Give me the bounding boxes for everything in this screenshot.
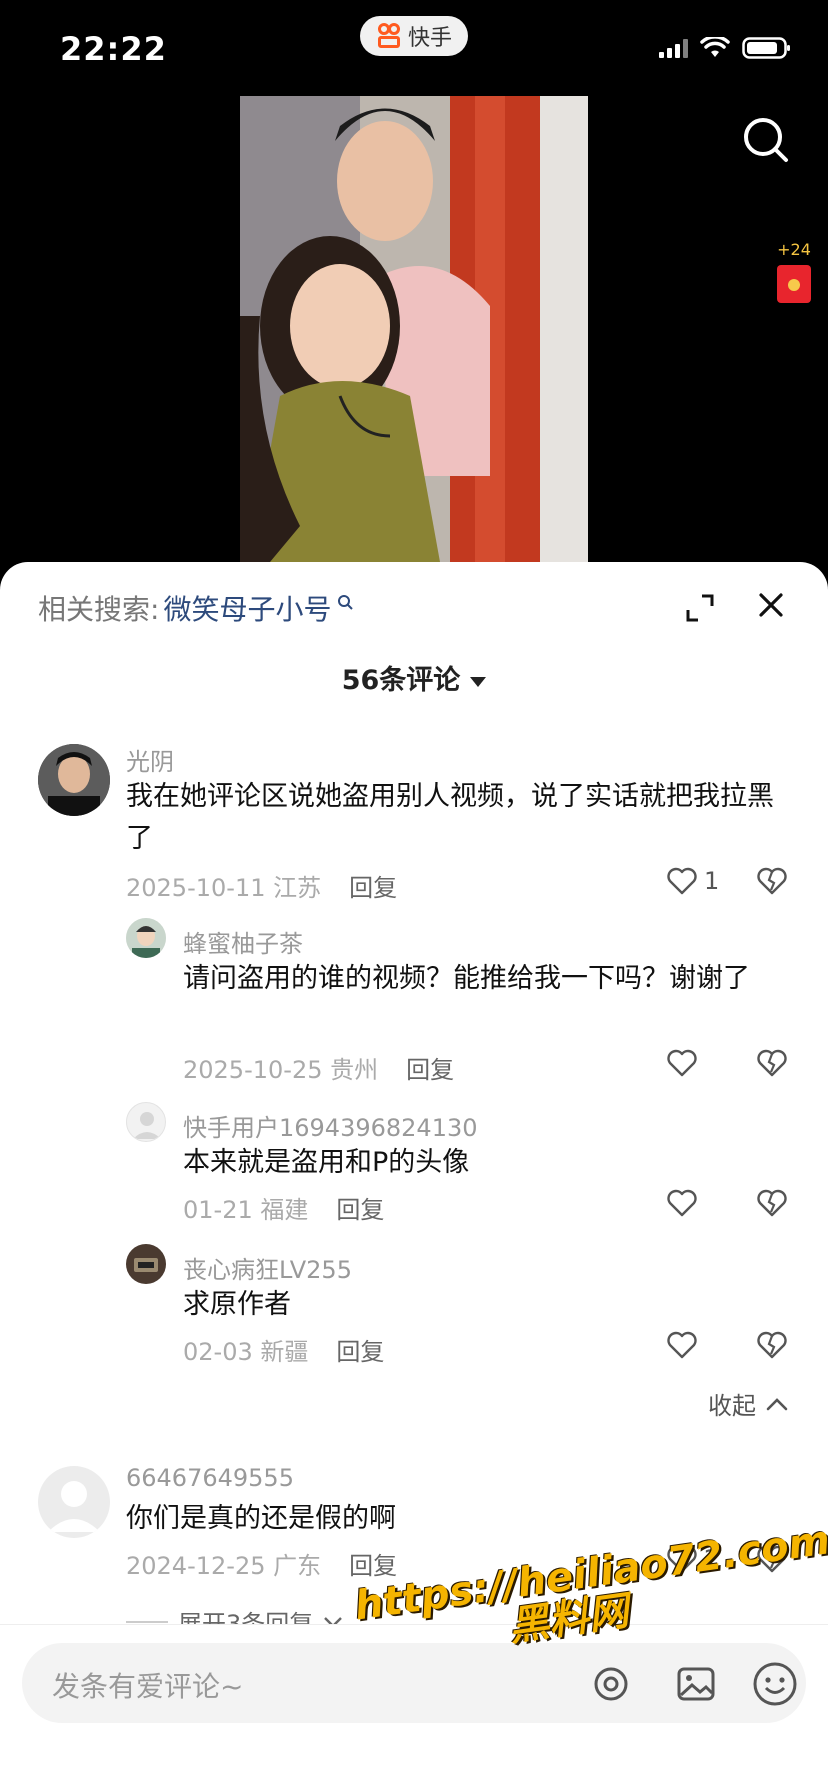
comment-count: 56条评论 <box>341 665 461 696</box>
collapse-label: 收起 <box>708 1392 756 1420</box>
broken-heart-icon[interactable] <box>756 1048 788 1078</box>
comment-info: 2025-10-25 贵州 回复 <box>183 1050 454 1085</box>
avatar[interactable] <box>38 1466 110 1538</box>
image-icon[interactable] <box>676 1665 716 1703</box>
avatar[interactable] <box>126 1102 166 1142</box>
reply-button[interactable]: 回复 <box>406 1056 454 1084</box>
comment-date-location: 2024-12-25 广东 <box>126 1552 322 1580</box>
comment-date-location: 01-21 福建 <box>183 1196 309 1224</box>
collapse-replies-button[interactable]: 收起 <box>708 1386 788 1421</box>
comment-info: 2024-12-25 广东 回复 <box>126 1546 397 1581</box>
comment-date-location: 2025-10-11 江苏 <box>126 874 322 902</box>
related-search[interactable]: 相关搜索: 微笑母子小号 <box>38 588 354 628</box>
battery-icon <box>742 37 790 59</box>
wifi-icon <box>700 37 730 57</box>
comment-info: 2025-10-11 江苏 回复 <box>126 868 397 903</box>
reply-button[interactable]: 回复 <box>336 1338 384 1366</box>
status-icons <box>659 36 792 60</box>
related-search-keyword[interactable]: 微笑母子小号 <box>163 588 331 628</box>
heart-icon <box>667 867 697 895</box>
close-icon[interactable] <box>756 590 786 620</box>
fullscreen-icon[interactable] <box>684 592 716 624</box>
like-button[interactable] <box>666 1188 704 1218</box>
chevron-up-icon <box>766 1397 788 1410</box>
divider-line <box>126 1620 168 1623</box>
comment-text: 我在她评论区说她盗用别人视频，说了实话就把我拉黑了 <box>126 781 774 854</box>
signal-icon <box>659 38 688 58</box>
app-name: 快手 <box>407 26 452 51</box>
comment-text: 请问盗用的谁的视频？能推给我一下吗？谢谢了 <box>183 963 750 994</box>
heart-icon <box>667 1049 697 1077</box>
comment-info: 02-03 新疆 回复 <box>183 1332 384 1367</box>
like-button[interactable] <box>666 1330 704 1360</box>
red-envelope-reward[interactable]: +24 <box>774 240 814 303</box>
kuaishou-logo-icon <box>376 23 402 49</box>
broken-heart-icon[interactable] <box>756 866 788 896</box>
avatar[interactable] <box>126 1244 166 1284</box>
reply-button[interactable]: 回复 <box>336 1196 384 1224</box>
reply-button[interactable]: 回复 <box>349 1552 397 1580</box>
comment-username[interactable]: 66467649555 <box>126 1464 294 1492</box>
comment-text: 求原作者 <box>183 1289 291 1320</box>
comment-text: 你们是真的还是假的啊 <box>126 1503 396 1534</box>
broken-heart-icon[interactable] <box>756 1330 788 1360</box>
app-indicator-pill[interactable]: 快手 <box>360 16 468 56</box>
video-player[interactable] <box>240 96 588 562</box>
search-small-icon <box>338 595 354 610</box>
comment-input-placeholder: 发条有爱评论~ <box>52 1670 244 1703</box>
comment-username[interactable]: 蜂蜜柚子茶 <box>183 924 303 959</box>
avatar[interactable] <box>38 744 110 816</box>
comment-text: 本来就是盗用和P的头像 <box>183 1147 470 1178</box>
comment-info: 01-21 福建 回复 <box>183 1190 384 1225</box>
comment-username[interactable]: 光阴 <box>126 742 174 777</box>
comment-username[interactable]: 快手用户1694396824130 <box>183 1108 478 1143</box>
heart-icon <box>667 1189 697 1217</box>
reward-count: +24 <box>777 240 811 259</box>
related-search-label: 相关搜索: <box>38 593 160 626</box>
heart-icon <box>667 1331 697 1359</box>
comment-date-location: 02-03 新疆 <box>183 1338 309 1366</box>
comment-username[interactable]: 丧心病狂LV255 <box>183 1250 352 1285</box>
reply-button[interactable]: 回复 <box>349 874 397 902</box>
caret-down-icon <box>470 676 487 687</box>
status-time: 22:22 <box>60 30 167 68</box>
comment-count-dropdown[interactable]: 56条评论 <box>0 658 828 697</box>
like-button[interactable]: 1 <box>666 866 719 896</box>
broken-heart-icon[interactable] <box>756 1188 788 1218</box>
like-count: 1 <box>704 867 720 895</box>
video-frame-image <box>240 96 588 562</box>
search-icon[interactable] <box>740 114 792 166</box>
red-envelope-icon <box>777 265 811 303</box>
mention-icon[interactable] <box>592 1665 630 1703</box>
emoji-icon[interactable] <box>752 1661 798 1707</box>
comment-date-location: 2025-10-25 贵州 <box>183 1056 379 1084</box>
status-bar: 22:22 快手 <box>0 0 828 96</box>
avatar[interactable] <box>126 918 166 958</box>
like-button[interactable] <box>666 1048 704 1078</box>
